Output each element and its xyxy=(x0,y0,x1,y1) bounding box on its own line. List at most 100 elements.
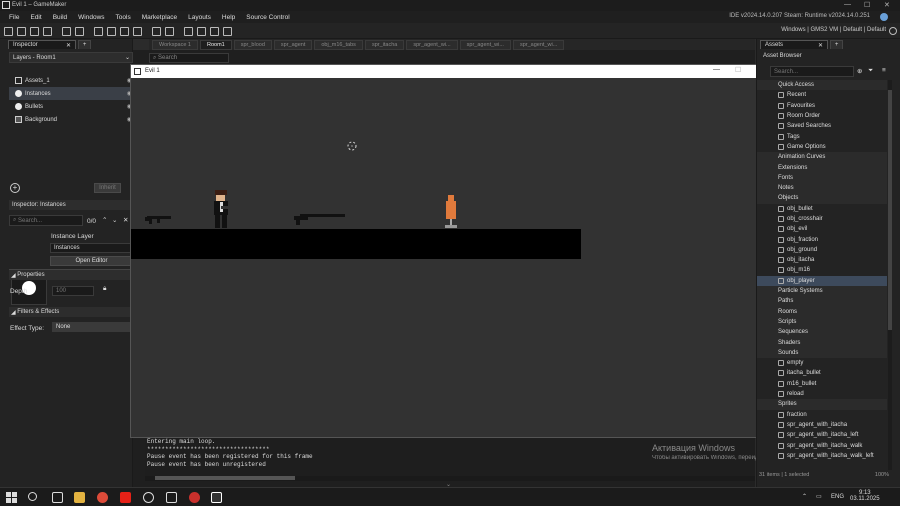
filter-icon[interactable]: ⏷ xyxy=(868,67,873,75)
package-icon[interactable] xyxy=(62,27,71,36)
scrollbar-thumb[interactable] xyxy=(888,90,892,330)
asset-folder[interactable]: Extensions xyxy=(757,162,887,173)
target-config[interactable]: Default xyxy=(843,27,862,33)
new-project-icon[interactable] xyxy=(17,27,26,36)
target-selector[interactable]: Windows | GMS2 VM | Default | Default xyxy=(781,27,886,33)
clock[interactable]: 9:13 03.11.2025 xyxy=(850,490,880,502)
menu-icon[interactable]: ≡ xyxy=(882,67,886,74)
chevron-up-icon[interactable]: ⌃ xyxy=(802,493,807,500)
menu-marketplace[interactable]: Marketplace xyxy=(142,14,177,21)
layer-instances[interactable]: Instances ◉ xyxy=(9,87,133,100)
asset-item[interactable]: obj_fraction xyxy=(757,234,887,244)
tab-spr-agent[interactable]: spr_agent xyxy=(273,39,313,50)
asset-folder[interactable]: Objects xyxy=(757,193,887,204)
asset-item[interactable]: m16_bullet xyxy=(757,379,887,389)
language-indicator[interactable]: ENG xyxy=(831,494,844,500)
menu-edit[interactable]: Edit xyxy=(30,14,41,21)
menu-source-control[interactable]: Source Control xyxy=(246,14,289,21)
asset-folder[interactable]: Quick Access xyxy=(757,80,887,91)
gamepad-icon[interactable] xyxy=(223,27,232,36)
close-tab-icon[interactable]: ✕ xyxy=(818,42,823,49)
target-vm[interactable]: GMS2 VM xyxy=(810,27,838,33)
zoom-reset-icon[interactable] xyxy=(197,27,206,36)
close-icon[interactable]: ✕ xyxy=(123,216,128,224)
network-icon[interactable]: ▭ xyxy=(816,493,822,500)
room-search-input[interactable]: ⌕ Search xyxy=(149,53,229,63)
menu-windows[interactable]: Windows xyxy=(78,14,104,21)
open-editor-button[interactable]: Open Editor xyxy=(50,256,133,266)
zoom-level[interactable]: 100% xyxy=(875,472,889,478)
close-button[interactable]: ✕ xyxy=(884,1,890,9)
asset-item[interactable]: fraction xyxy=(757,410,887,420)
asset-item[interactable]: empty xyxy=(757,358,887,368)
asset-item[interactable]: spr_agent_with_itacha xyxy=(757,420,887,430)
tab-spr-agent-wi-3[interactable]: spr_agent_wi... xyxy=(512,39,565,50)
asset-item[interactable]: spr_agent_with_itacha_walk_left xyxy=(757,451,887,461)
chevron-up-icon[interactable]: ⌃ xyxy=(102,216,107,224)
add-tab-button[interactable]: + xyxy=(77,40,92,49)
asset-item[interactable]: spr_agent_with_itacha_left xyxy=(757,430,887,440)
stop-icon[interactable] xyxy=(120,27,129,36)
windows-start-icon[interactable] xyxy=(6,492,17,503)
chrome-icon[interactable] xyxy=(97,492,108,503)
asset-item[interactable]: obj_itacha xyxy=(757,255,887,265)
tab-spr-agent-wi-2[interactable]: spr_agent_wi... xyxy=(459,39,511,50)
account-icon[interactable] xyxy=(880,13,888,21)
asset-folder[interactable]: Scripts xyxy=(757,316,887,328)
asset-item[interactable]: obj_m16 xyxy=(757,265,887,275)
scrollbar-thumb[interactable] xyxy=(155,476,295,480)
tab-spr-agent-wi-1[interactable]: spr_agent_wi... xyxy=(406,39,458,50)
game-taskbar-icon[interactable] xyxy=(211,492,222,503)
gamemaker-taskbar-icon[interactable] xyxy=(166,492,177,503)
maximize-button[interactable]: ☐ xyxy=(864,1,870,9)
asset-item[interactable]: Saved Searches xyxy=(757,121,887,131)
asset-item[interactable]: obj_bullet xyxy=(757,204,887,214)
asset-item[interactable]: Recent xyxy=(757,90,887,100)
asset-item[interactable]: obj_crosshair xyxy=(757,214,887,224)
add-asset-icon[interactable]: ⊕ xyxy=(857,67,862,75)
menu-help[interactable]: Help xyxy=(222,14,235,21)
asset-search-input[interactable]: Search... xyxy=(770,66,854,77)
game-window[interactable]: Evil 1 — ☐ ✕ xyxy=(130,64,768,438)
menu-build[interactable]: Build xyxy=(53,14,67,21)
asset-item[interactable]: Tags xyxy=(757,131,887,141)
asset-item[interactable]: reload xyxy=(757,389,887,399)
tab-inspector[interactable]: Inspector ✕ xyxy=(8,40,76,49)
zoom-in-icon[interactable] xyxy=(210,27,219,36)
depth-field[interactable]: 100 xyxy=(52,286,94,296)
target-platform[interactable]: Windows xyxy=(781,27,805,33)
asset-folder[interactable]: Rooms xyxy=(757,306,887,317)
asset-item[interactable]: obj_evil xyxy=(757,224,887,234)
asset-folder[interactable]: Sprites xyxy=(757,399,887,410)
asset-folder[interactable]: Animation Curves xyxy=(757,152,887,163)
tab-obj-m16[interactable]: obj_m16_tabs xyxy=(314,39,363,50)
settings-icon[interactable] xyxy=(889,27,897,35)
asset-folder[interactable]: Particle Systems xyxy=(757,285,887,297)
zoom-out-icon[interactable] xyxy=(184,27,193,36)
chevron-down-icon[interactable]: ⌄ xyxy=(112,216,117,224)
lock-icon[interactable]: 🔒︎ xyxy=(103,285,106,293)
filters-section[interactable]: ◢ Filters & Effects xyxy=(9,307,133,317)
app-icon[interactable] xyxy=(189,492,200,503)
run-icon[interactable] xyxy=(107,27,116,36)
asset-folder[interactable]: Fonts xyxy=(757,172,887,183)
asset-item[interactable]: Room Order xyxy=(757,111,887,121)
search-icon[interactable] xyxy=(28,492,37,501)
inherit-button[interactable]: Inherit xyxy=(94,183,121,193)
task-view-icon[interactable] xyxy=(52,492,63,503)
save-icon[interactable] xyxy=(43,27,52,36)
asset-item[interactable]: obj_player xyxy=(757,275,887,286)
asset-item[interactable]: itacha_bullet xyxy=(757,368,887,378)
add-layer-button[interactable]: + xyxy=(10,183,20,193)
search-input[interactable]: ⌕ Search... xyxy=(9,215,83,226)
asset-item[interactable]: obj_ground xyxy=(757,245,887,255)
clean-icon[interactable] xyxy=(94,27,103,36)
layers-header[interactable]: Layers - Room1 ⌄ xyxy=(9,52,133,63)
properties-section[interactable]: ◢ Properties xyxy=(9,270,133,280)
youtube-icon[interactable] xyxy=(120,492,131,503)
instance-layer-name-field[interactable]: Instances xyxy=(50,243,133,253)
create-exe-icon[interactable] xyxy=(75,27,84,36)
asset-scrollbar[interactable] xyxy=(888,80,892,470)
file-explorer-icon[interactable] xyxy=(74,492,85,503)
asset-item[interactable]: spr_agent_with_itacha_walk xyxy=(757,440,887,450)
